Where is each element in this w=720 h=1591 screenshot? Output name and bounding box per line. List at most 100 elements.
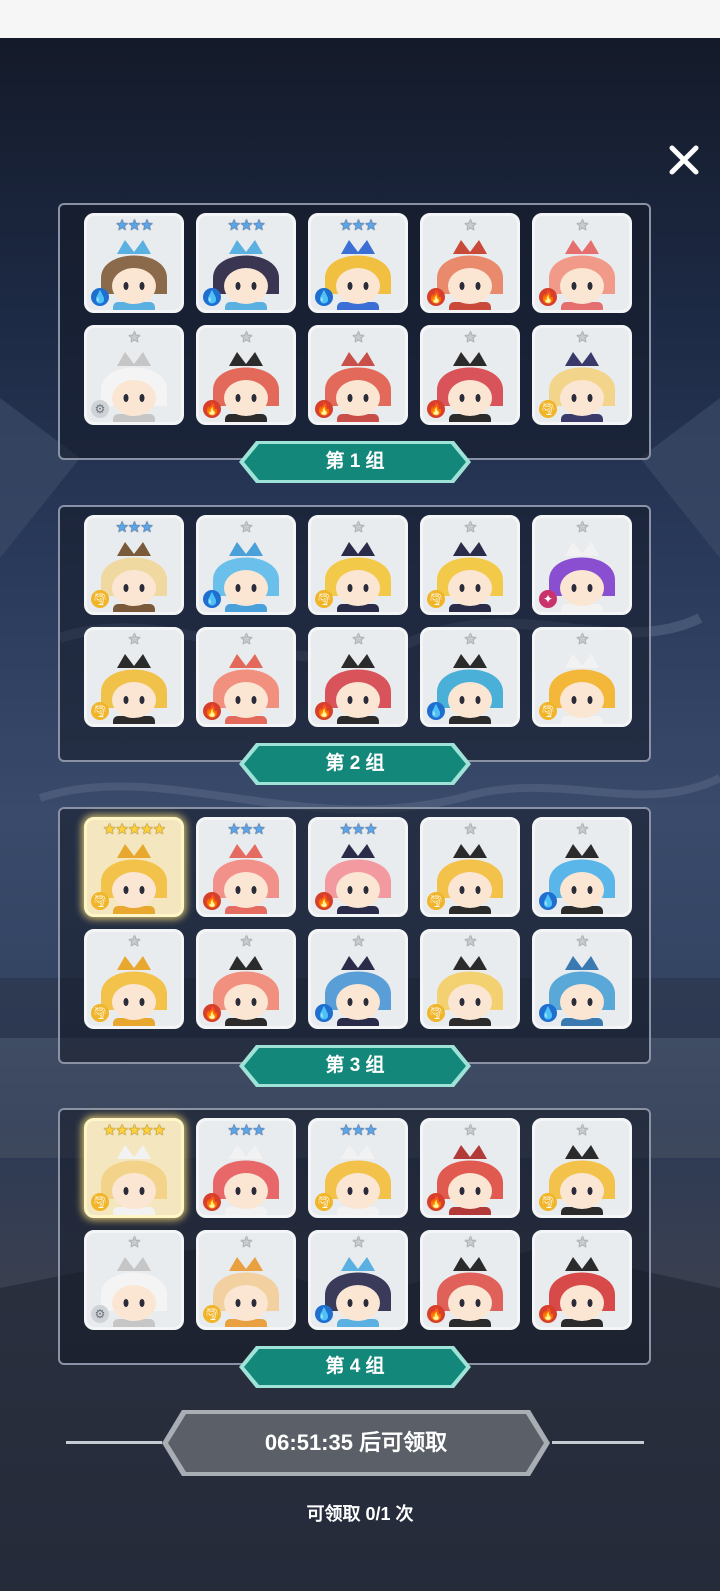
star-rating: ★★★ — [339, 1122, 377, 1139]
star-rating: ★ — [575, 519, 589, 536]
wind-element-icon: 🌪 — [315, 590, 333, 608]
star-rating: ★ — [575, 217, 589, 234]
star-rating: ★ — [351, 519, 365, 536]
wind-element-icon: 🌪 — [539, 1193, 557, 1211]
wind-element-icon: 🌪 — [427, 1004, 445, 1022]
water-element-icon: 💧 — [203, 590, 221, 608]
hero-card[interactable]: ★ 🌪 — [420, 515, 520, 615]
water-element-icon: 💧 — [539, 892, 557, 910]
group-label-banner: 第 1 组 — [238, 440, 472, 484]
group-label: 第 3 组 — [325, 1055, 385, 1076]
hero-card[interactable]: ★ 🔥 — [420, 213, 520, 313]
star-rating: ★ — [239, 329, 253, 346]
earth-element-icon: ⚙ — [91, 1305, 109, 1323]
hero-card[interactable]: ★★★ 🌪 — [84, 515, 184, 615]
hero-card[interactable]: ★ 🔥 — [308, 627, 408, 727]
star-rating: ★ — [575, 933, 589, 950]
star-rating: ★★★ — [227, 1122, 265, 1139]
star-rating: ★ — [351, 631, 365, 648]
hero-card[interactable]: ★★★ 🔥 — [196, 1118, 296, 1218]
water-element-icon: 💧 — [427, 702, 445, 720]
hero-card[interactable]: ★ 💧 — [532, 817, 632, 917]
group-label-banner: 第 3 组 — [238, 1044, 472, 1088]
star-rating: ★ — [127, 1234, 141, 1251]
wind-element-icon: 🌪 — [91, 892, 109, 910]
fire-element-icon: 🔥 — [315, 892, 333, 910]
close-button[interactable] — [664, 140, 704, 180]
water-element-icon: 💧 — [91, 288, 109, 306]
hero-card[interactable]: ★★★ 🌪 — [308, 1118, 408, 1218]
hero-card[interactable]: ★ 🔥 — [420, 325, 520, 425]
star-rating: ★ — [127, 933, 141, 950]
star-rating: ★★★ — [115, 519, 153, 536]
star-rating: ★ — [239, 519, 253, 536]
hero-card[interactable]: ★ 💧 — [308, 1230, 408, 1330]
hero-card[interactable]: ★ 🔥 — [532, 1230, 632, 1330]
hero-card[interactable]: ★ 💧 — [420, 627, 520, 727]
water-element-icon: 💧 — [315, 288, 333, 306]
star-rating: ★ — [351, 933, 365, 950]
fire-element-icon: 🔥 — [539, 288, 557, 306]
group-label-banner: 第 2 组 — [238, 742, 472, 786]
hero-card[interactable]: ★ 🌪 — [532, 627, 632, 727]
star-rating: ★★★ — [339, 217, 377, 234]
hero-card[interactable]: ★★★★★ 🌪 — [84, 817, 184, 917]
hero-card[interactable]: ★★★ 🔥 — [308, 817, 408, 917]
wind-element-icon: 🌪 — [539, 702, 557, 720]
close-icon — [669, 145, 699, 175]
hero-card[interactable]: ★ 🔥 — [196, 325, 296, 425]
status-bar — [0, 0, 720, 38]
fire-element-icon: 🔥 — [203, 1004, 221, 1022]
star-rating: ★ — [351, 329, 365, 346]
fire-element-icon: 🔥 — [427, 400, 445, 418]
hero-card[interactable]: ★ 🌪 — [532, 325, 632, 425]
hero-card[interactable]: ★ 💧 — [532, 929, 632, 1029]
wind-element-icon: 🌪 — [91, 702, 109, 720]
hero-card[interactable]: ★ ⚙ — [84, 1230, 184, 1330]
hero-group-1: ★★★ 💧 ★★★ 💧 ★★★ 💧 ★ 🔥 ★ 🔥 ★ ⚙ ★ 🔥 ★ 🔥 ★ 🔥 ★ 🌪 — [58, 203, 651, 460]
hero-card[interactable]: ★★★★★ 🌪 — [84, 1118, 184, 1218]
star-rating: ★★★ — [339, 821, 377, 838]
hero-card[interactable]: ★ 🔥 — [420, 1118, 520, 1218]
timer-text: 06:51:35 后可领取 — [264, 1430, 448, 1455]
group-label: 第 4 组 — [325, 1356, 385, 1377]
water-element-icon: 💧 — [539, 1004, 557, 1022]
water-element-icon: 💧 — [203, 288, 221, 306]
fire-element-icon: 🔥 — [315, 400, 333, 418]
hero-card[interactable]: ★ 🔥 — [308, 325, 408, 425]
hero-card[interactable]: ★ 🔥 — [420, 1230, 520, 1330]
hero-card[interactable]: ★ 🌪 — [84, 929, 184, 1029]
hero-card[interactable]: ★ 🔥 — [532, 213, 632, 313]
hero-card[interactable]: ★ ✦ — [532, 515, 632, 615]
hero-card[interactable]: ★ 🔥 — [196, 627, 296, 727]
hero-card[interactable]: ★ 🌪 — [196, 1230, 296, 1330]
hero-group-3: ★★★★★ 🌪 ★★★ 🔥 ★★★ 🔥 ★ 🌪 ★ 💧 ★ 🌪 ★ 🔥 ★ 💧 ★ 🌪 ★ 💧 — [58, 807, 651, 1064]
star-rating: ★ — [463, 329, 477, 346]
hero-card[interactable]: ★★★ 💧 — [84, 213, 184, 313]
wind-element-icon: 🌪 — [91, 590, 109, 608]
star-rating: ★ — [463, 217, 477, 234]
group-label: 第 2 组 — [325, 753, 385, 774]
star-rating: ★★★★★ — [102, 821, 166, 838]
hero-card[interactable]: ★ 🔥 — [196, 929, 296, 1029]
wind-element-icon: 🌪 — [315, 1193, 333, 1211]
hero-card[interactable]: ★ 🌪 — [308, 515, 408, 615]
hero-card[interactable]: ★ 🌪 — [532, 1118, 632, 1218]
hero-card[interactable]: ★ 💧 — [308, 929, 408, 1029]
fire-element-icon: 🔥 — [315, 702, 333, 720]
dark-element-icon: ✦ — [539, 590, 557, 608]
claim-timer-button[interactable]: 06:51:35 后可领取 — [160, 1408, 552, 1478]
hero-card[interactable]: ★ ⚙ — [84, 325, 184, 425]
hero-card[interactable]: ★ 🌪 — [84, 627, 184, 727]
hero-card[interactable]: ★★★ 💧 — [196, 213, 296, 313]
star-rating: ★★★ — [227, 217, 265, 234]
divider-left — [66, 1441, 162, 1444]
hero-card[interactable]: ★★★ 🔥 — [196, 817, 296, 917]
wind-element-icon: 🌪 — [91, 1193, 109, 1211]
hero-card[interactable]: ★★★ 💧 — [308, 213, 408, 313]
water-element-icon: 💧 — [315, 1305, 333, 1323]
hero-card[interactable]: ★ 🌪 — [420, 817, 520, 917]
hero-card[interactable]: ★ 🌪 — [420, 929, 520, 1029]
hero-card[interactable]: ★ 💧 — [196, 515, 296, 615]
wind-element-icon: 🌪 — [203, 1305, 221, 1323]
